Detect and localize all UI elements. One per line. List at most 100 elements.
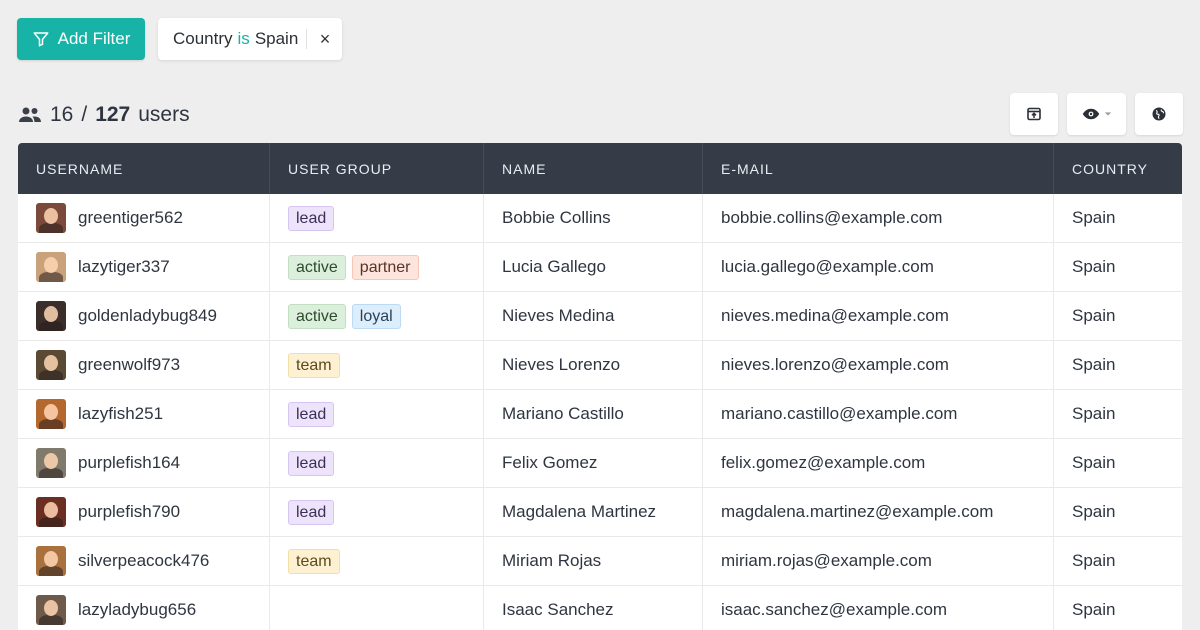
group-tag: lead (288, 450, 335, 476)
group-tag: partner (351, 254, 419, 280)
group-tag: lead (288, 401, 335, 427)
users-icon (19, 107, 41, 122)
username-text: purplefish164 (78, 453, 181, 472)
cell-email: lucia.gallego@example.com (703, 243, 1054, 291)
avatar (36, 301, 66, 331)
group-tag: team (288, 548, 340, 574)
cell-country: Spain (1072, 355, 1116, 374)
group-tag: team (288, 352, 340, 378)
table-header: USERNAME USER GROUP NAME E-MAIL COUNTRY (18, 143, 1182, 194)
export-button[interactable] (1010, 93, 1058, 135)
table-row[interactable]: goldenladybug849 active loyal Nieves Medina… (18, 292, 1182, 341)
cell-name: Bobbie Collins (484, 194, 703, 242)
cell-email: mariano.castillo@example.com (703, 390, 1054, 438)
filter-icon (33, 32, 49, 47)
cell-name: Miriam Rojas (484, 537, 703, 585)
remove-filter-button[interactable]: × (310, 18, 340, 60)
table-row[interactable]: greentiger562 lead Bobbie Collins bobbie.co… (18, 194, 1182, 243)
cell-user-group (270, 586, 484, 630)
table-row[interactable]: silverpeacock476 team Miriam Rojas miriam.r… (18, 537, 1182, 586)
cell-email: nieves.lorenzo@example.com (703, 341, 1054, 389)
column-header-email[interactable]: E-MAIL (703, 143, 1054, 194)
cell-name: Felix Gomez (484, 439, 703, 487)
cell-user-group: lead (270, 390, 484, 438)
cell-username: purplefish164 (18, 439, 270, 487)
active-filter-chip: Country is Spain × (158, 18, 342, 60)
username-text: goldenladybug849 (78, 306, 217, 325)
cell-user-group: active partner (270, 243, 484, 291)
cell-username: greenwolf973 (18, 341, 270, 389)
user-count: 16 / 127 users (18, 100, 190, 130)
table-row[interactable]: lazyfish251 lead Mariano Castillo mariano.c… (18, 390, 1182, 439)
username-text: lazyfish251 (78, 404, 164, 423)
avatar (36, 595, 66, 625)
table-row[interactable]: lazytiger337 active partner Lucia Gallego lu… (18, 243, 1182, 292)
cell-name: Magdalena Martinez (484, 488, 703, 536)
add-filter-label: Add Filter (57, 29, 131, 48)
cell-username: lazytiger337 (18, 243, 270, 291)
chip-divider (306, 29, 307, 49)
cell-country: Spain (1072, 551, 1116, 570)
avatar (36, 203, 66, 233)
avatar (36, 399, 66, 429)
cell-email: miriam.rojas@example.com (703, 537, 1054, 585)
cell-email: bobbie.collins@example.com (703, 194, 1054, 242)
total-count: 127 (95, 103, 131, 126)
cell-name: Mariano Castillo (484, 390, 703, 438)
language-button[interactable] (1135, 93, 1183, 135)
column-header-country[interactable]: COUNTRY (1054, 143, 1182, 194)
username-text: silverpeacock476 (78, 551, 210, 570)
count-separator: / (81, 103, 88, 126)
visibility-dropdown[interactable] (1067, 93, 1126, 135)
cell-email: magdalena.martinez@example.com (703, 488, 1054, 536)
count-unit: users (138, 103, 190, 126)
add-filter-button[interactable]: Add Filter (17, 18, 145, 60)
cell-name: Isaac Sanchez (484, 586, 703, 630)
cell-email: nieves.medina@example.com (703, 292, 1054, 340)
group-tag: active (288, 254, 346, 280)
cell-name: Lucia Gallego (484, 243, 703, 291)
group-tag: lead (288, 499, 335, 525)
table-row[interactable]: greenwolf973 team Nieves Lorenzo nieves.lor… (18, 341, 1182, 390)
avatar (36, 546, 66, 576)
column-header-name[interactable]: NAME (484, 143, 703, 194)
cell-country: Spain (1072, 453, 1116, 472)
group-tag: lead (288, 205, 335, 231)
cell-country: Spain (1072, 600, 1116, 619)
column-header-user-group[interactable]: USER GROUP (270, 143, 484, 194)
export-icon (1027, 107, 1041, 121)
filter-operator: is (237, 29, 250, 48)
cell-country: Spain (1072, 502, 1116, 521)
cell-country: Spain (1072, 257, 1116, 276)
users-table: USERNAME USER GROUP NAME E-MAIL COUNTRY … (18, 143, 1182, 630)
avatar (36, 252, 66, 282)
eye-icon (1082, 108, 1099, 120)
cell-user-group: lead (270, 194, 484, 242)
globe-icon (1152, 107, 1166, 121)
shown-count: 16 (50, 103, 74, 126)
table-row[interactable]: purplefish790 lead Magdalena Martinez magda… (18, 488, 1182, 537)
cell-user-group: active loyal (270, 292, 484, 340)
cell-email: felix.gomez@example.com (703, 439, 1054, 487)
cell-username: lazyfish251 (18, 390, 270, 438)
table-row[interactable]: lazyladybug656 Isaac Sanchez isaac.sanchez… (18, 586, 1182, 630)
cell-username: greentiger562 (18, 194, 270, 242)
username-text: lazyladybug656 (78, 600, 197, 619)
cell-country: Spain (1072, 208, 1116, 227)
cell-user-group: team (270, 341, 484, 389)
filter-field: Country (173, 29, 233, 48)
group-tag: loyal (351, 303, 401, 329)
cell-username: purplefish790 (18, 488, 270, 536)
cell-user-group: team (270, 537, 484, 585)
cell-user-group: lead (270, 439, 484, 487)
avatar (36, 350, 66, 380)
table-row[interactable]: purplefish164 lead Felix Gomez felix.gomez@… (18, 439, 1182, 488)
chevron-down-icon (1104, 112, 1111, 116)
avatar (36, 448, 66, 478)
group-tag: active (288, 303, 346, 329)
column-header-username[interactable]: USERNAME (18, 143, 270, 194)
cell-username: goldenladybug849 (18, 292, 270, 340)
cell-user-group: lead (270, 488, 484, 536)
cell-name: Nieves Lorenzo (484, 341, 703, 389)
username-text: greentiger562 (78, 208, 183, 227)
